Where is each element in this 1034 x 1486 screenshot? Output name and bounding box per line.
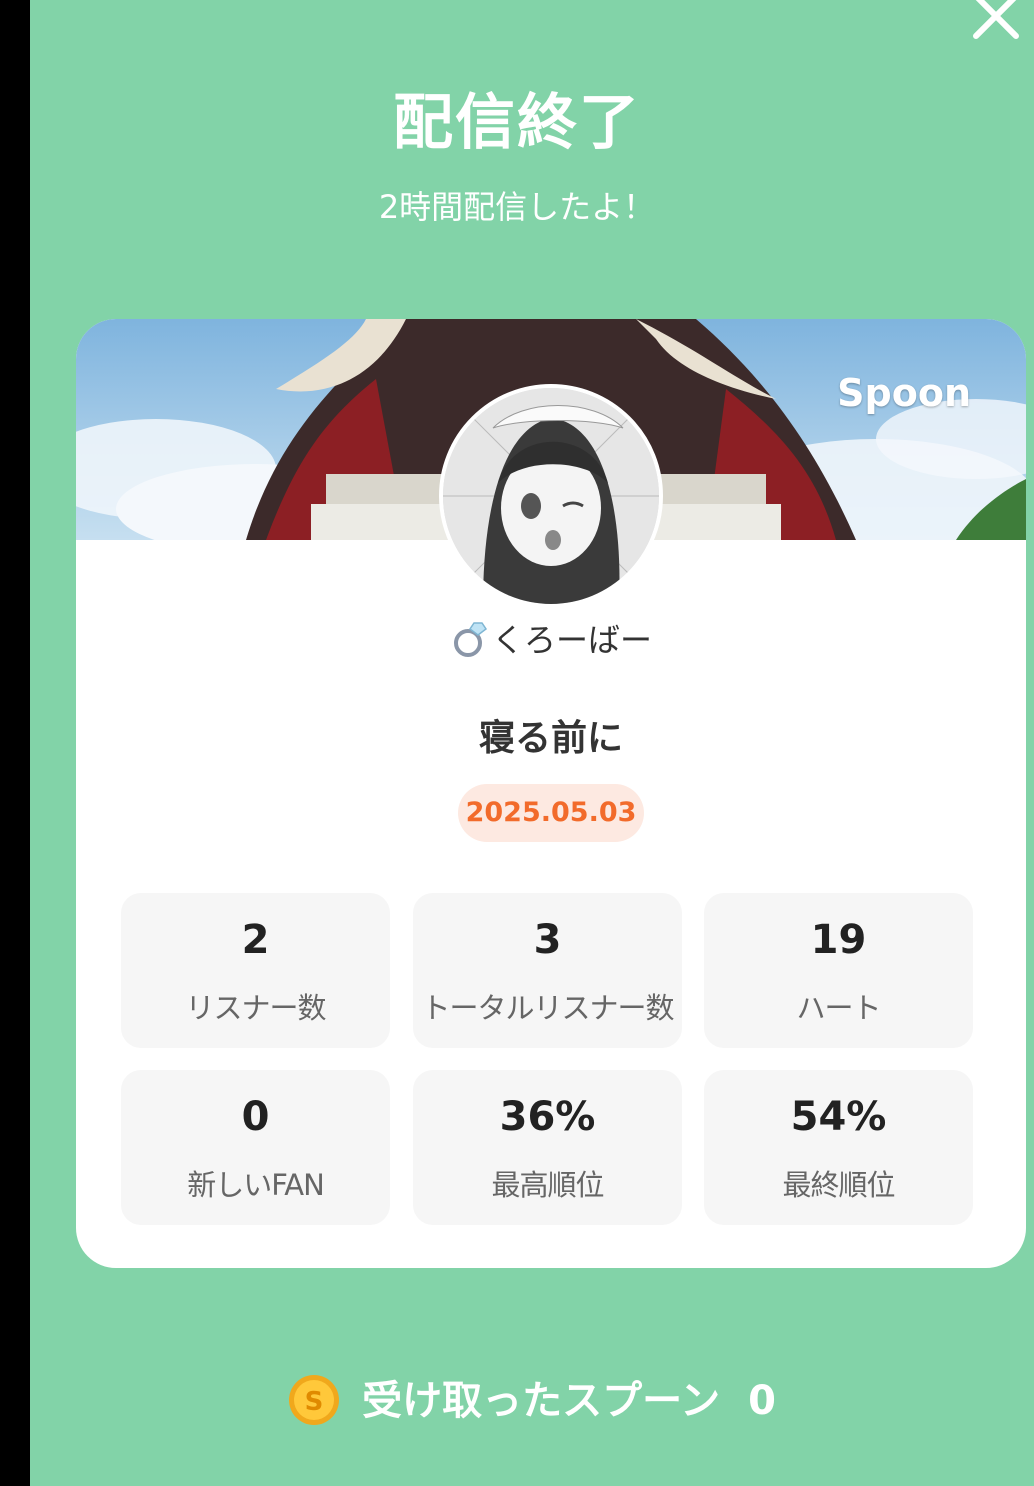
stat-label: 最終順位 xyxy=(782,1168,895,1202)
stat-total-listeners: 3 トータルリスナー数 xyxy=(413,893,682,1048)
stat-final-rank: 54% 最終順位 xyxy=(704,1070,973,1225)
spoon-logo: Spoon xyxy=(837,371,971,415)
received-spoons-label: 受け取ったスプーン xyxy=(362,1378,721,1424)
live-ended-screen: 配信終了 2時間配信したよ！ Spoon くろーばー 寝る前に 2025.05.… xyxy=(30,0,1034,1486)
live-title: 寝る前に xyxy=(478,718,623,759)
stat-label: 最高順位 xyxy=(491,1168,604,1202)
stat-label: ハート xyxy=(796,991,881,1025)
received-spoons: S 受け取ったスプーン 0 xyxy=(30,1368,1034,1428)
page-title: 配信終了 xyxy=(393,88,641,158)
stat-value: 3 xyxy=(533,917,562,963)
summary-card: Spoon くろーばー 寝る前に 2025.05.03 2 リスナー数 3 トー… xyxy=(76,319,1026,1268)
stat-highest-rank: 36% 最高順位 xyxy=(413,1070,682,1225)
stat-label: トータルリスナー数 xyxy=(421,991,674,1025)
date-badge: 2025.05.03 xyxy=(458,784,644,842)
stat-listeners: 2 リスナー数 xyxy=(121,893,390,1048)
username: くろーばー xyxy=(76,615,1026,661)
stat-new-fans: 0 新しいFAN xyxy=(121,1070,390,1225)
stat-value: 54% xyxy=(790,1094,887,1140)
stat-hearts: 19 ハート xyxy=(704,893,973,1048)
stat-value: 19 xyxy=(810,917,867,963)
close-icon[interactable] xyxy=(968,0,1024,44)
stat-label: 新しいFAN xyxy=(187,1168,325,1202)
ring-icon xyxy=(453,622,488,657)
received-spoons-count: 0 xyxy=(748,1378,776,1424)
avatar[interactable] xyxy=(439,384,663,608)
page-subtitle: 2時間配信したよ！ xyxy=(378,188,656,226)
stat-value: 0 xyxy=(241,1094,270,1140)
stat-value: 36% xyxy=(499,1094,596,1140)
spoon-coin-icon: S xyxy=(289,1375,340,1425)
svg-text:S: S xyxy=(305,1387,324,1417)
username-text: くろーばー xyxy=(491,621,652,659)
stat-label: リスナー数 xyxy=(185,991,326,1025)
stat-value: 2 xyxy=(241,917,270,963)
